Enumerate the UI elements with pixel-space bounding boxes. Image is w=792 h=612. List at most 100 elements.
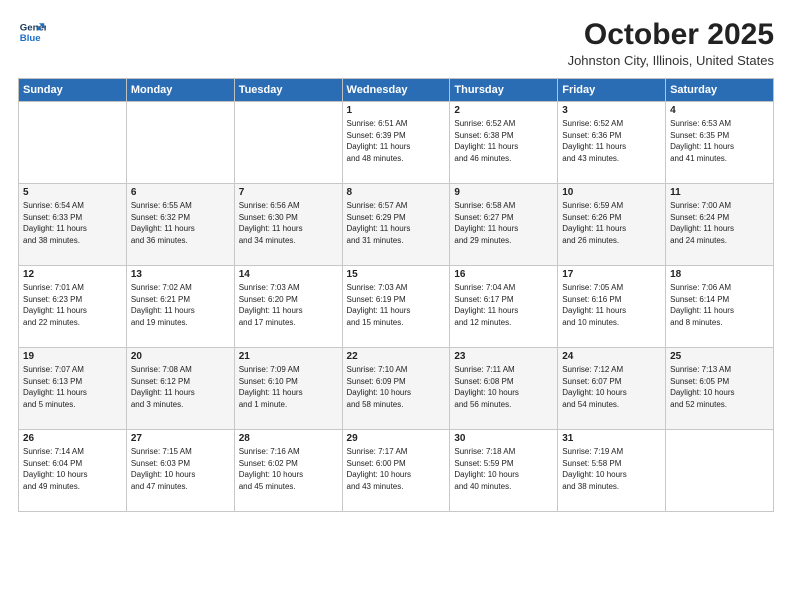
day-info: Sunrise: 6:59 AM Sunset: 6:26 PM Dayligh…: [562, 200, 661, 246]
title-block: October 2025 Johnston City, Illinois, Un…: [568, 18, 774, 68]
day-number: 2: [454, 105, 553, 116]
day-info: Sunrise: 6:55 AM Sunset: 6:32 PM Dayligh…: [131, 200, 230, 246]
day-info: Sunrise: 7:00 AM Sunset: 6:24 PM Dayligh…: [670, 200, 769, 246]
day-info: Sunrise: 7:10 AM Sunset: 6:09 PM Dayligh…: [347, 364, 446, 410]
calendar-cell: 13Sunrise: 7:02 AM Sunset: 6:21 PM Dayli…: [126, 266, 234, 348]
day-number: 25: [670, 351, 769, 362]
day-info: Sunrise: 7:14 AM Sunset: 6:04 PM Dayligh…: [23, 446, 122, 492]
day-number: 20: [131, 351, 230, 362]
day-number: 3: [562, 105, 661, 116]
calendar-cell: 29 Sunrise: 7:17 AM Sunset: 6:00 PM Dayli…: [342, 430, 450, 512]
day-number: 24: [562, 351, 661, 362]
calendar-cell: 9 Sunrise: 6:58 AM Sunset: 6:27 PM Daylig…: [450, 184, 558, 266]
calendar-cell: 26 Sunrise: 7:14 AM Sunset: 6:04 PM Dayli…: [19, 430, 127, 512]
day-number: 18: [670, 269, 769, 280]
day-number: 14: [239, 269, 338, 280]
calendar-cell: 8 Sunrise: 6:57 AM Sunset: 6:29 PM Daylig…: [342, 184, 450, 266]
day-number: 4: [670, 105, 769, 116]
day-info: Sunrise: 6:56 AM Sunset: 6:30 PM Dayligh…: [239, 200, 338, 246]
day-info: Sunrise: 6:54 AM Sunset: 6:33 PM Dayligh…: [23, 200, 122, 246]
day-number: 10: [562, 187, 661, 198]
calendar-cell: 28Sunrise: 7:16 AM Sunset: 6:02 PM Dayli…: [234, 430, 342, 512]
calendar-cell: 1 Sunrise: 6:51 AM Sunset: 6:39 PM Daylig…: [342, 102, 450, 184]
day-number: 30: [454, 433, 553, 444]
calendar-cell: 17 Sunrise: 7:05 AM Sunset: 6:16 PM Dayli…: [558, 266, 666, 348]
calendar-cell: 3 Sunrise: 6:52 AM Sunset: 6:36 PM Daylig…: [558, 102, 666, 184]
week-row-4: 26 Sunrise: 7:14 AM Sunset: 6:04 PM Dayli…: [19, 430, 774, 512]
th-tuesday: Tuesday: [234, 79, 342, 102]
calendar-cell: 19 Sunrise: 7:07 AM Sunset: 6:13 PM Dayli…: [19, 348, 127, 430]
day-info: Sunrise: 7:17 AM Sunset: 6:00 PM Dayligh…: [347, 446, 446, 492]
day-info: Sunrise: 7:05 AM Sunset: 6:16 PM Dayligh…: [562, 282, 661, 328]
day-info: Sunrise: 7:13 AM Sunset: 6:05 PM Dayligh…: [670, 364, 769, 410]
day-number: 23: [454, 351, 553, 362]
day-number: 8: [347, 187, 446, 198]
week-row-2: 12 Sunrise: 7:01 AM Sunset: 6:23 PM Dayli…: [19, 266, 774, 348]
day-info: Sunrise: 7:07 AM Sunset: 6:13 PM Dayligh…: [23, 364, 122, 410]
calendar-cell: 22 Sunrise: 7:10 AM Sunset: 6:09 PM Dayli…: [342, 348, 450, 430]
calendar-cell: 25 Sunrise: 7:13 AM Sunset: 6:05 PM Dayli…: [666, 348, 774, 430]
day-number: 16: [454, 269, 553, 280]
day-number: 12: [23, 269, 122, 280]
calendar-cell: 18 Sunrise: 7:06 AM Sunset: 6:14 PM Dayli…: [666, 266, 774, 348]
calendar-cell: [234, 102, 342, 184]
month-title: October 2025: [568, 18, 774, 51]
day-info: Sunrise: 7:15 AM Sunset: 6:03 PM Dayligh…: [131, 446, 230, 492]
calendar-cell: [666, 430, 774, 512]
day-number: 7: [239, 187, 338, 198]
th-wednesday: Wednesday: [342, 79, 450, 102]
logo-icon: General Blue: [18, 18, 46, 46]
day-number: 17: [562, 269, 661, 280]
day-info: Sunrise: 6:51 AM Sunset: 6:39 PM Dayligh…: [347, 118, 446, 164]
day-number: 31: [562, 433, 661, 444]
week-row-1: 5Sunrise: 6:54 AM Sunset: 6:33 PM Daylig…: [19, 184, 774, 266]
week-row-3: 19 Sunrise: 7:07 AM Sunset: 6:13 PM Dayli…: [19, 348, 774, 430]
calendar-cell: 4 Sunrise: 6:53 AM Sunset: 6:35 PM Daylig…: [666, 102, 774, 184]
th-monday: Monday: [126, 79, 234, 102]
day-info: Sunrise: 6:52 AM Sunset: 6:36 PM Dayligh…: [562, 118, 661, 164]
calendar-cell: 12 Sunrise: 7:01 AM Sunset: 6:23 PM Dayli…: [19, 266, 127, 348]
day-info: Sunrise: 7:09 AM Sunset: 6:10 PM Dayligh…: [239, 364, 338, 410]
location: Johnston City, Illinois, United States: [568, 53, 774, 68]
day-info: Sunrise: 7:16 AM Sunset: 6:02 PM Dayligh…: [239, 446, 338, 492]
day-info: Sunrise: 6:57 AM Sunset: 6:29 PM Dayligh…: [347, 200, 446, 246]
calendar-cell: 6 Sunrise: 6:55 AM Sunset: 6:32 PM Daylig…: [126, 184, 234, 266]
day-info: Sunrise: 7:01 AM Sunset: 6:23 PM Dayligh…: [23, 282, 122, 328]
day-number: 26: [23, 433, 122, 444]
th-saturday: Saturday: [666, 79, 774, 102]
day-info: Sunrise: 6:53 AM Sunset: 6:35 PM Dayligh…: [670, 118, 769, 164]
day-number: 21: [239, 351, 338, 362]
day-number: 6: [131, 187, 230, 198]
calendar-cell: 20 Sunrise: 7:08 AM Sunset: 6:12 PM Dayli…: [126, 348, 234, 430]
day-info: Sunrise: 7:06 AM Sunset: 6:14 PM Dayligh…: [670, 282, 769, 328]
th-sunday: Sunday: [19, 79, 127, 102]
day-number: 11: [670, 187, 769, 198]
header: General Blue October 2025 Johnston City,…: [18, 18, 774, 68]
calendar-cell: 15Sunrise: 7:03 AM Sunset: 6:19 PM Dayli…: [342, 266, 450, 348]
calendar-cell: 21 Sunrise: 7:09 AM Sunset: 6:10 PM Dayli…: [234, 348, 342, 430]
calendar-cell: 16 Sunrise: 7:04 AM Sunset: 6:17 PM Dayli…: [450, 266, 558, 348]
day-number: 29: [347, 433, 446, 444]
day-info: Sunrise: 7:02 AM Sunset: 6:21 PM Dayligh…: [131, 282, 230, 328]
calendar-cell: [126, 102, 234, 184]
day-number: 9: [454, 187, 553, 198]
th-thursday: Thursday: [450, 79, 558, 102]
calendar-cell: 7 Sunrise: 6:56 AM Sunset: 6:30 PM Daylig…: [234, 184, 342, 266]
week-row-0: 1 Sunrise: 6:51 AM Sunset: 6:39 PM Daylig…: [19, 102, 774, 184]
calendar-cell: 14Sunrise: 7:03 AM Sunset: 6:20 PM Dayli…: [234, 266, 342, 348]
calendar-cell: 24Sunrise: 7:12 AM Sunset: 6:07 PM Dayli…: [558, 348, 666, 430]
day-number: 1: [347, 105, 446, 116]
calendar-cell: 10 Sunrise: 6:59 AM Sunset: 6:26 PM Dayli…: [558, 184, 666, 266]
header-row: Sunday Monday Tuesday Wednesday Thursday…: [19, 79, 774, 102]
svg-text:Blue: Blue: [20, 33, 41, 44]
day-info: Sunrise: 7:04 AM Sunset: 6:17 PM Dayligh…: [454, 282, 553, 328]
page: General Blue October 2025 Johnston City,…: [0, 0, 792, 612]
day-info: Sunrise: 6:52 AM Sunset: 6:38 PM Dayligh…: [454, 118, 553, 164]
day-info: Sunrise: 7:19 AM Sunset: 5:58 PM Dayligh…: [562, 446, 661, 492]
calendar-cell: 2 Sunrise: 6:52 AM Sunset: 6:38 PM Daylig…: [450, 102, 558, 184]
day-number: 19: [23, 351, 122, 362]
day-info: Sunrise: 7:08 AM Sunset: 6:12 PM Dayligh…: [131, 364, 230, 410]
day-info: Sunrise: 6:58 AM Sunset: 6:27 PM Dayligh…: [454, 200, 553, 246]
day-number: 22: [347, 351, 446, 362]
calendar-cell: 30Sunrise: 7:18 AM Sunset: 5:59 PM Dayli…: [450, 430, 558, 512]
